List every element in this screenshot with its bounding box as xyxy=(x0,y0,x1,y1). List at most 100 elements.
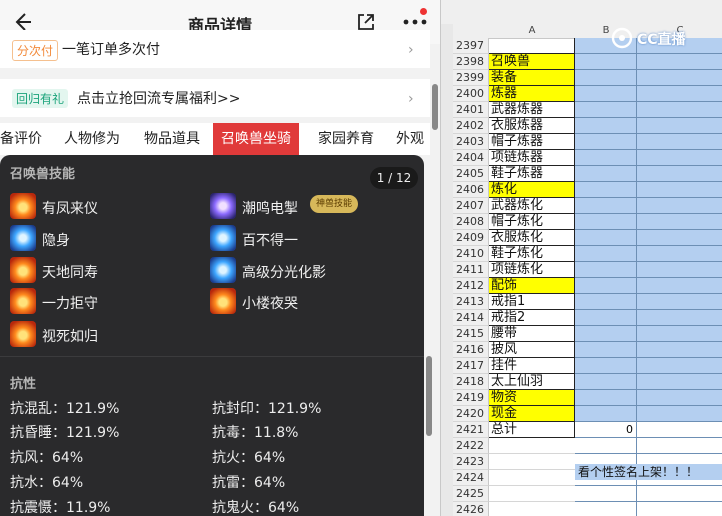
cell-a[interactable]: 武器炼器 xyxy=(489,102,575,118)
cell-b[interactable] xyxy=(575,438,637,454)
cell-a[interactable]: 帽子炼化 xyxy=(489,214,575,230)
cell-a[interactable]: 腰带 xyxy=(489,326,575,342)
cell-c[interactable] xyxy=(637,230,722,246)
promo-return-gift[interactable]: 回归有礼 点击立抢回流专属福利>> › xyxy=(0,79,430,117)
row-number[interactable]: 2414 xyxy=(453,310,489,326)
cell-a[interactable]: 炼化 xyxy=(489,182,575,198)
cell-a[interactable]: 现金 xyxy=(489,406,575,422)
cell-a[interactable]: 配饰 xyxy=(489,278,575,294)
row-number[interactable]: 2407 xyxy=(453,198,489,214)
row-number[interactable]: 2409 xyxy=(453,230,489,246)
cell-b[interactable] xyxy=(575,310,637,326)
cell-b[interactable] xyxy=(575,118,637,134)
cell-c[interactable] xyxy=(637,86,722,102)
cell-c[interactable] xyxy=(637,182,722,198)
column-header-a[interactable]: A xyxy=(489,24,576,39)
tab-reviews[interactable]: 备评价 xyxy=(0,123,42,155)
cell-a[interactable] xyxy=(489,502,575,516)
row-number[interactable]: 2423 xyxy=(453,454,489,470)
cell-a[interactable]: 太上仙羽 xyxy=(489,374,575,390)
cell-c[interactable] xyxy=(637,390,722,406)
cell-b[interactable] xyxy=(575,342,637,358)
cell-b[interactable] xyxy=(575,182,637,198)
row-number[interactable]: 2398 xyxy=(453,54,489,70)
note-cell[interactable]: 看个性签名上架！！！ xyxy=(575,464,722,480)
cell-c[interactable] xyxy=(637,166,722,182)
cell-b[interactable] xyxy=(575,502,637,516)
row-number[interactable]: 2411 xyxy=(453,262,489,278)
cell-a[interactable]: 召唤兽 xyxy=(489,54,575,70)
cell-b[interactable] xyxy=(575,358,637,374)
cell-a[interactable]: 项链炼化 xyxy=(489,262,575,278)
cell-c[interactable] xyxy=(637,54,722,70)
cell-c[interactable] xyxy=(637,310,722,326)
row-number[interactable]: 2419 xyxy=(453,390,489,406)
cell-a[interactable] xyxy=(489,470,575,486)
cell-a[interactable] xyxy=(489,486,575,502)
cell-c[interactable] xyxy=(637,358,722,374)
row-number[interactable]: 2408 xyxy=(453,214,489,230)
row-number[interactable]: 2416 xyxy=(453,342,489,358)
page-scrollbar[interactable] xyxy=(432,84,438,130)
cell-b[interactable] xyxy=(575,150,637,166)
cell-a[interactable]: 装备 xyxy=(489,70,575,86)
row-number[interactable]: 2421 xyxy=(453,422,489,438)
cell-a[interactable]: 挂件 xyxy=(489,358,575,374)
row-number[interactable]: 2418 xyxy=(453,374,489,390)
row-number[interactable]: 2404 xyxy=(453,150,489,166)
cell-b[interactable] xyxy=(575,70,637,86)
share-icon[interactable] xyxy=(356,12,376,32)
cell-b[interactable] xyxy=(575,198,637,214)
row-number[interactable]: 2410 xyxy=(453,246,489,262)
row-number[interactable]: 2424 xyxy=(453,470,489,486)
cell-c[interactable] xyxy=(637,118,722,134)
row-number[interactable]: 2399 xyxy=(453,70,489,86)
tab-pets-mounts[interactable]: 召唤兽坐骑 xyxy=(213,123,299,155)
row-number[interactable]: 2412 xyxy=(453,278,489,294)
cell-b[interactable] xyxy=(575,214,637,230)
cell-a[interactable] xyxy=(489,454,575,470)
row-number[interactable]: 2426 xyxy=(453,502,489,516)
cell-b[interactable] xyxy=(575,134,637,150)
cell-b[interactable] xyxy=(575,246,637,262)
row-number[interactable]: 2415 xyxy=(453,326,489,342)
cell-b[interactable] xyxy=(575,406,637,422)
cell-b[interactable] xyxy=(575,278,637,294)
tab-items[interactable]: 物品道具 xyxy=(144,123,200,155)
cell-a[interactable]: 鞋子炼化 xyxy=(489,246,575,262)
cell-c[interactable] xyxy=(637,262,722,278)
cell-b[interactable] xyxy=(575,486,637,502)
row-number[interactable]: 2420 xyxy=(453,406,489,422)
cell-b[interactable] xyxy=(575,102,637,118)
row-number[interactable]: 2406 xyxy=(453,182,489,198)
cell-c[interactable] xyxy=(637,214,722,230)
cell-b[interactable] xyxy=(575,390,637,406)
cell-c[interactable] xyxy=(637,70,722,86)
cell-b[interactable] xyxy=(575,230,637,246)
cell-a[interactable]: 鞋子炼器 xyxy=(489,166,575,182)
row-number[interactable]: 2401 xyxy=(453,102,489,118)
cell-a[interactable]: 总计 xyxy=(489,422,575,438)
cell-b[interactable] xyxy=(575,294,637,310)
cell-a[interactable]: 物资 xyxy=(489,390,575,406)
cell-a[interactable]: 戒指2 xyxy=(489,310,575,326)
cell-a[interactable]: 衣服炼器 xyxy=(489,118,575,134)
tab-home[interactable]: 家园养育 xyxy=(318,123,374,155)
tab-appearance[interactable]: 外观 xyxy=(396,123,424,155)
cell-c[interactable] xyxy=(637,374,722,390)
cell-a[interactable]: 衣服炼化 xyxy=(489,230,575,246)
popup-scrollbar[interactable] xyxy=(426,356,432,436)
cell-b[interactable] xyxy=(575,262,637,278)
cell-c[interactable] xyxy=(637,342,722,358)
cell-c[interactable] xyxy=(637,486,722,502)
cell-c[interactable] xyxy=(637,198,722,214)
corner-cell[interactable] xyxy=(453,24,490,39)
cell-b[interactable] xyxy=(575,86,637,102)
row-number[interactable]: 2400 xyxy=(453,86,489,102)
promo-installment[interactable]: 分次付 一笔订单多次付 › xyxy=(0,30,430,68)
row-number[interactable]: 2397 xyxy=(453,38,489,54)
cell-a[interactable]: 武器炼化 xyxy=(489,198,575,214)
row-number[interactable]: 2425 xyxy=(453,486,489,502)
cell-a[interactable]: 戒指1 xyxy=(489,294,575,310)
cell-c[interactable] xyxy=(637,134,722,150)
